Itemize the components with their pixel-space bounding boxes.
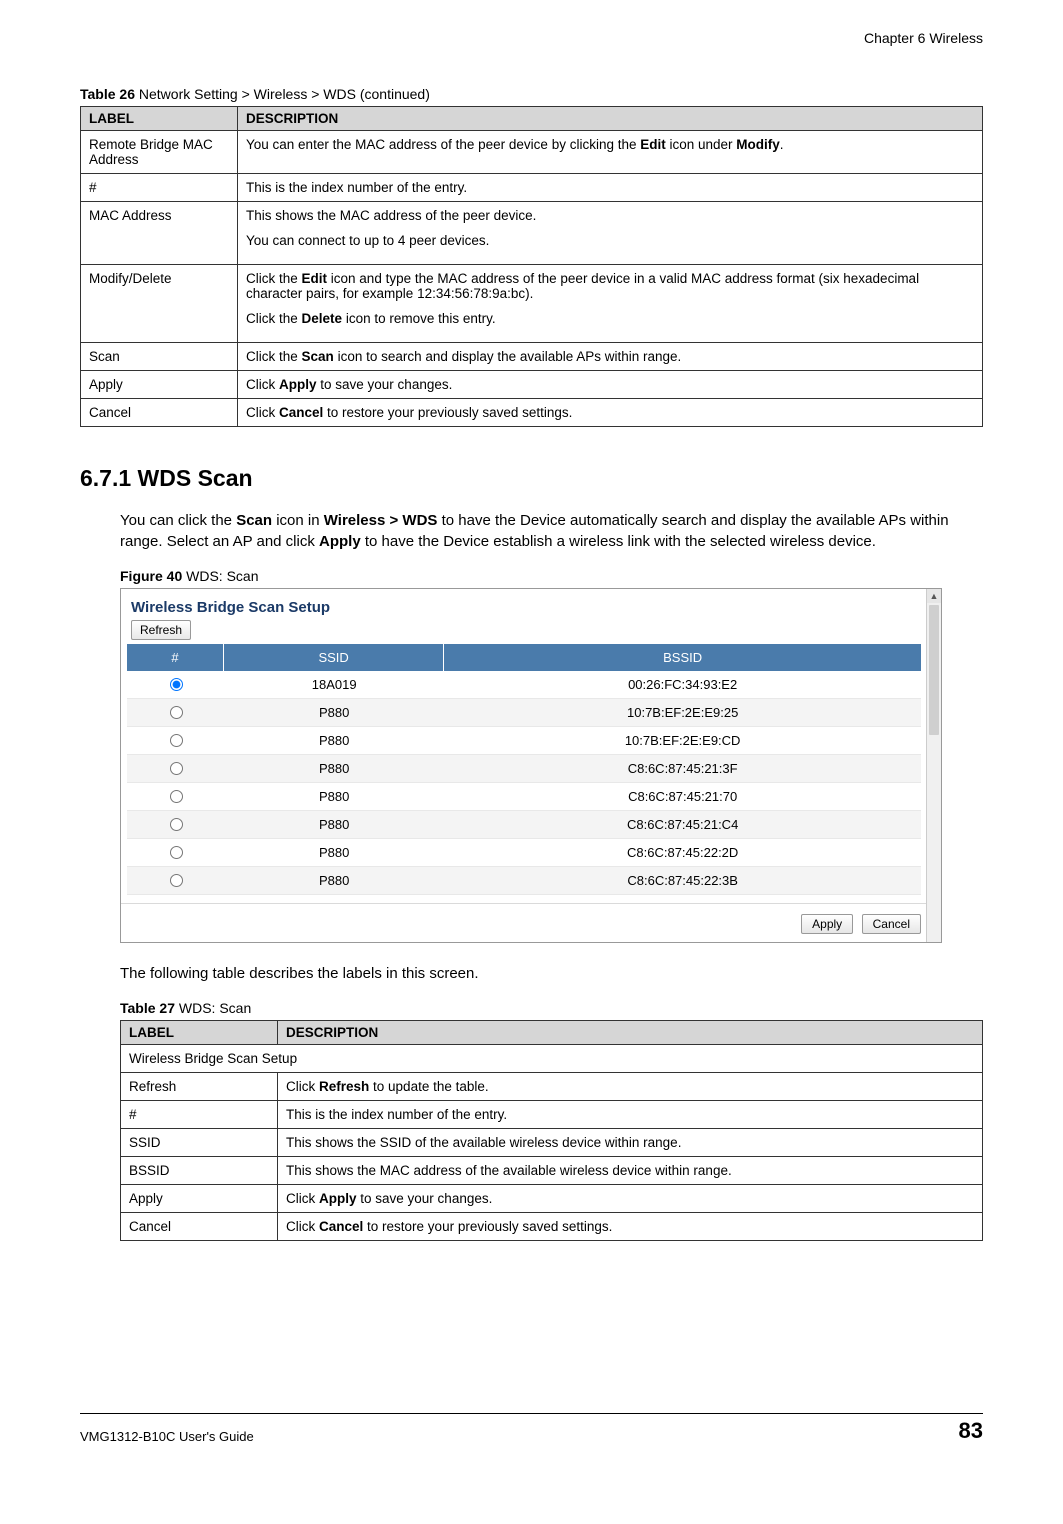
scan-bssid: C8:6C:87:45:21:3F xyxy=(444,755,921,783)
scan-bssid: 10:7B:EF:2E:E9:CD xyxy=(444,727,921,755)
figure40-caption-prefix: Figure 40 xyxy=(120,568,182,584)
table26-head-label: LABEL xyxy=(81,107,238,131)
ap-radio[interactable] xyxy=(170,706,183,719)
scan-ssid: 18A019 xyxy=(224,671,444,699)
table-row-desc: Click the Scan icon to search and displa… xyxy=(238,343,983,371)
ap-radio[interactable] xyxy=(170,734,183,747)
scan-row[interactable]: P880C8:6C:87:45:21:C4 xyxy=(127,811,921,839)
table26-caption-rest: Network Setting > Wireless > WDS (contin… xyxy=(135,86,430,102)
scan-row[interactable]: P88010:7B:EF:2E:E9:CD xyxy=(127,727,921,755)
table26-head-desc: DESCRIPTION xyxy=(238,107,983,131)
scan-ssid: P880 xyxy=(224,811,444,839)
table-row-desc: This is the index number of the entry. xyxy=(238,174,983,202)
scan-row[interactable]: P88010:7B:EF:2E:E9:25 xyxy=(127,699,921,727)
figure40-caption-rest: WDS: Scan xyxy=(182,568,258,584)
scan-bssid: 00:26:FC:34:93:E2 xyxy=(444,671,921,699)
scan-table: # SSID BSSID 18A01900:26:FC:34:93:E2P880… xyxy=(127,644,921,895)
scan-ssid: P880 xyxy=(224,839,444,867)
table-row-desc: Click Cancel to restore your previously … xyxy=(278,1213,983,1241)
table-row-desc: This shows the MAC address of the availa… xyxy=(278,1157,983,1185)
ap-radio[interactable] xyxy=(170,678,183,691)
figure40-caption: Figure 40 WDS: Scan xyxy=(120,568,983,584)
table-row-label: Refresh xyxy=(121,1073,278,1101)
table26-caption: Table 26 Network Setting > Wireless > WD… xyxy=(80,86,983,102)
table-row-desc: Click Apply to save your changes. xyxy=(238,371,983,399)
table-row-label: Scan xyxy=(81,343,238,371)
section-para: You can click the Scan icon in Wireless … xyxy=(120,510,983,552)
table27-caption-rest: WDS: Scan xyxy=(175,1000,251,1016)
scan-bssid: C8:6C:87:45:21:C4 xyxy=(444,811,921,839)
table27-caption-prefix: Table 27 xyxy=(120,1000,175,1016)
section-heading-wds-scan: 6.7.1 WDS Scan xyxy=(80,465,983,492)
scan-row[interactable]: P880C8:6C:87:45:21:70 xyxy=(127,783,921,811)
table-row-label: MAC Address xyxy=(81,202,238,265)
table27-subhead: Wireless Bridge Scan Setup xyxy=(121,1045,983,1073)
table27-intro: The following table describes the labels… xyxy=(120,963,983,984)
scan-col-num: # xyxy=(127,644,224,671)
scan-ssid: P880 xyxy=(224,867,444,895)
ap-radio[interactable] xyxy=(170,874,183,887)
table-row-desc: Click Cancel to restore your previously … xyxy=(238,399,983,427)
scan-col-bssid: BSSID xyxy=(444,644,921,671)
ap-radio[interactable] xyxy=(170,790,183,803)
table-row-label: Apply xyxy=(121,1185,278,1213)
table-row-desc: Click the Edit icon and type the MAC add… xyxy=(238,265,983,343)
table27-caption: Table 27 WDS: Scan xyxy=(120,1000,983,1016)
scan-ssid: P880 xyxy=(224,755,444,783)
table-row-label: # xyxy=(121,1101,278,1129)
chapter-header: Chapter 6 Wireless xyxy=(80,30,983,46)
table-row-label: Modify/Delete xyxy=(81,265,238,343)
table-row-desc: Click Refresh to update the table. xyxy=(278,1073,983,1101)
table26-caption-prefix: Table 26 xyxy=(80,86,135,102)
scan-bssid: C8:6C:87:45:22:2D xyxy=(444,839,921,867)
table-row-label: Cancel xyxy=(81,399,238,427)
scan-row[interactable]: P880C8:6C:87:45:21:3F xyxy=(127,755,921,783)
figure-scrollbar[interactable]: ▲ xyxy=(926,589,941,942)
figure40: Wireless Bridge Scan Setup Refresh # SSI… xyxy=(120,588,942,943)
scan-ssid: P880 xyxy=(224,783,444,811)
table27-head-label: LABEL xyxy=(121,1021,278,1045)
table-row-desc: Click Apply to save your changes. xyxy=(278,1185,983,1213)
scan-bssid: C8:6C:87:45:22:3B xyxy=(444,867,921,895)
ap-radio[interactable] xyxy=(170,846,183,859)
scan-bssid: C8:6C:87:45:21:70 xyxy=(444,783,921,811)
scan-bssid: 10:7B:EF:2E:E9:25 xyxy=(444,699,921,727)
table-row-label: Remote Bridge MAC Address xyxy=(81,131,238,174)
table27: LABEL DESCRIPTION Wireless Bridge Scan S… xyxy=(120,1020,983,1241)
table-row-desc: This shows the MAC address of the peer d… xyxy=(238,202,983,265)
scrollbar-up-icon[interactable]: ▲ xyxy=(927,589,941,603)
table-row-label: Cancel xyxy=(121,1213,278,1241)
scan-row[interactable]: 18A01900:26:FC:34:93:E2 xyxy=(127,671,921,699)
table26: LABEL DESCRIPTION Remote Bridge MAC Addr… xyxy=(80,106,983,427)
refresh-button[interactable]: Refresh xyxy=(131,620,191,640)
footer-guide: VMG1312-B10C User's Guide xyxy=(80,1429,254,1444)
scan-col-ssid: SSID xyxy=(224,644,444,671)
table-row-desc: This is the index number of the entry. xyxy=(278,1101,983,1129)
ap-radio[interactable] xyxy=(170,818,183,831)
table-row-label: # xyxy=(81,174,238,202)
table-row-desc: This shows the SSID of the available wir… xyxy=(278,1129,983,1157)
scan-ssid: P880 xyxy=(224,727,444,755)
apply-button[interactable]: Apply xyxy=(801,914,853,934)
ap-radio[interactable] xyxy=(170,762,183,775)
page-footer: VMG1312-B10C User's Guide 83 xyxy=(80,1413,983,1444)
table-row-label: BSSID xyxy=(121,1157,278,1185)
table-row-label: SSID xyxy=(121,1129,278,1157)
scan-ssid: P880 xyxy=(224,699,444,727)
table27-head-desc: DESCRIPTION xyxy=(278,1021,983,1045)
table-row-label: Apply xyxy=(81,371,238,399)
page-number: 83 xyxy=(959,1418,983,1444)
table-row-desc: You can enter the MAC address of the pee… xyxy=(238,131,983,174)
cancel-button[interactable]: Cancel xyxy=(862,914,921,934)
scan-row[interactable]: P880C8:6C:87:45:22:3B xyxy=(127,867,921,895)
scan-row[interactable]: P880C8:6C:87:45:22:2D xyxy=(127,839,921,867)
scrollbar-thumb[interactable] xyxy=(929,605,939,735)
figure-panel-title: Wireless Bridge Scan Setup xyxy=(131,599,935,616)
